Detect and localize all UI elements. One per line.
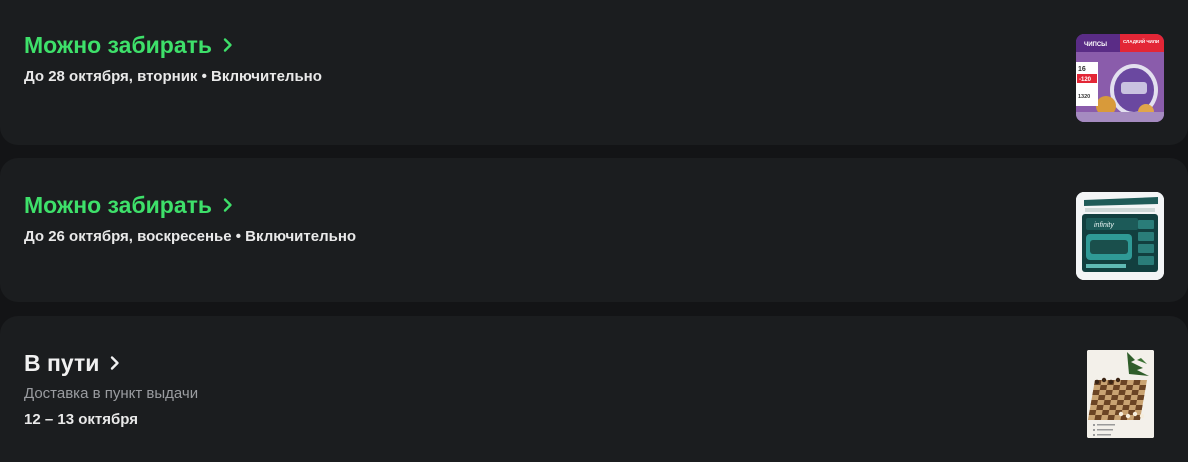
order-title-row[interactable]: В пути [24,350,123,376]
orders-list: Можно забирать До 28 октября, вторник • … [0,0,1188,462]
chevron-right-icon [223,198,232,212]
chips-label: ЧИПСЫ [1084,42,1107,48]
order-title-row[interactable]: Можно забирать [24,32,236,58]
product-thumbnail-chips[interactable]: ЧИПСЫ СЛАДКИЙ ЧИЛИ 16 -120 1320 [1076,34,1164,122]
order-status-title[interactable]: Можно забирать [24,32,212,58]
discount-price: -120 [1079,77,1092,83]
order-pickup-deadline: До 26 октября, воскресенье • Включительн… [24,228,357,245]
order-card[interactable]: Можно забирать До 26 октября, воскресень… [0,158,1188,302]
order-title-row[interactable]: Можно забирать [24,192,236,218]
product-thumbnail-chess[interactable] [1087,350,1154,438]
product-thumbnail-razor[interactable]: infinity [1076,192,1164,280]
order-card[interactable]: Можно забирать До 28 октября, вторник • … [0,0,1188,145]
order-status-title[interactable]: Можно забирать [24,192,212,218]
order-delivery-type: Доставка в пункт выдачи [24,385,199,402]
order-card[interactable]: В пути Доставка в пункт выдачи 12 – 13 о… [0,316,1188,462]
chips-flavor-label: СЛАДКИЙ ЧИЛИ [1123,37,1159,44]
pack-count: 16 [1078,66,1086,73]
price-small: 1320 [1078,94,1090,100]
order-status-title[interactable]: В пути [24,350,99,376]
chips-package-image: ЧИПСЫ СЛАДКИЙ ЧИЛИ 16 -120 1320 [1076,34,1164,122]
chevron-right-icon [111,356,120,370]
razor-brand: infinity [1094,222,1114,229]
razor-package-image: infinity [1076,192,1164,280]
chevron-right-icon [223,38,232,52]
chess-board-image [1087,350,1154,438]
order-pickup-deadline: До 28 октября, вторник • Включительно [24,68,322,85]
order-delivery-dates: 12 – 13 октября [24,411,138,428]
